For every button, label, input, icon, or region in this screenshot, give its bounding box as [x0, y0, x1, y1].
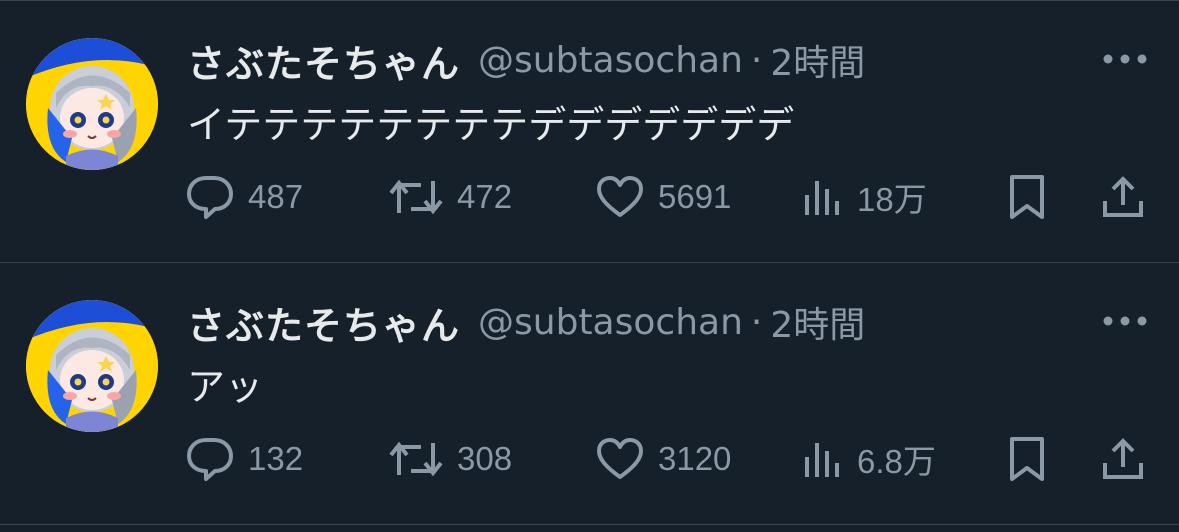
reply-count: 132	[248, 440, 304, 477]
reply-button[interactable]: 132	[186, 434, 303, 484]
avatar-image	[26, 300, 158, 432]
more-icon	[1103, 316, 1147, 326]
bookmark-icon	[1010, 175, 1044, 219]
avatar[interactable]	[26, 300, 158, 432]
more-icon	[1103, 54, 1147, 64]
heart-icon	[597, 176, 643, 217]
retweet-count: 472	[457, 178, 513, 215]
views-count: 18万	[857, 181, 927, 218]
retweet-button[interactable]: 472	[389, 172, 512, 222]
tweet[interactable]: さぶたそちゃん @subtasochan · 2時間 アッ 132 308 31…	[0, 262, 1179, 522]
retweet-count: 308	[457, 440, 513, 477]
tweet[interactable]: さぶたそちゃん @subtasochan · 2時間 イテテテテテテテテデデデデ…	[0, 0, 1179, 260]
divider	[0, 524, 1179, 525]
views-button[interactable]: 6.8万	[803, 434, 936, 484]
timestamp[interactable]: 2時間	[770, 34, 865, 86]
timestamp[interactable]: 2時間	[770, 296, 865, 348]
views-count: 6.8万	[857, 443, 936, 480]
views-icon	[805, 443, 839, 477]
share-icon	[1103, 438, 1143, 479]
tweet-text: イテテテテテテテテデデデデデデデ	[187, 103, 795, 147]
display-name[interactable]: さぶたそちゃん	[187, 295, 460, 350]
reply-icon	[187, 438, 233, 481]
display-name[interactable]: さぶたそちゃん	[187, 33, 460, 88]
retweet-icon	[389, 441, 443, 477]
handle[interactable]: @subtasochan	[478, 40, 743, 81]
like-button[interactable]: 5691	[596, 172, 731, 222]
tweet-text: アッ	[187, 365, 264, 409]
handle[interactable]: @subtasochan	[478, 302, 743, 343]
reply-button[interactable]: 487	[186, 172, 303, 222]
retweet-icon	[389, 179, 443, 215]
bookmark-icon	[1010, 437, 1044, 481]
share-button[interactable]	[1101, 172, 1145, 222]
timeline: さぶたそちゃん @subtasochan · 2時間 イテテテテテテテテデデデデ…	[0, 0, 1179, 532]
tweet-header: さぶたそちゃん @subtasochan · 2時間	[187, 34, 865, 86]
avatar-image	[26, 38, 158, 170]
views-icon	[805, 181, 839, 215]
like-count: 5691	[658, 178, 732, 215]
more-button[interactable]	[1100, 46, 1150, 72]
views-button[interactable]: 18万	[803, 172, 927, 222]
tweet-header: さぶたそちゃん @subtasochan · 2時間	[187, 296, 865, 348]
bookmark-button[interactable]	[1008, 172, 1046, 222]
avatar[interactable]	[26, 38, 158, 170]
more-button[interactable]	[1100, 308, 1150, 334]
bookmark-button[interactable]	[1008, 434, 1046, 484]
separator: ·	[750, 301, 763, 343]
heart-icon	[597, 438, 643, 479]
like-button[interactable]: 3120	[596, 434, 731, 484]
retweet-button[interactable]: 308	[389, 434, 512, 484]
share-button[interactable]	[1101, 434, 1145, 484]
like-count: 3120	[658, 440, 732, 477]
separator: ·	[750, 39, 763, 81]
share-icon	[1103, 176, 1143, 217]
reply-icon	[187, 176, 233, 219]
reply-count: 487	[248, 178, 304, 215]
